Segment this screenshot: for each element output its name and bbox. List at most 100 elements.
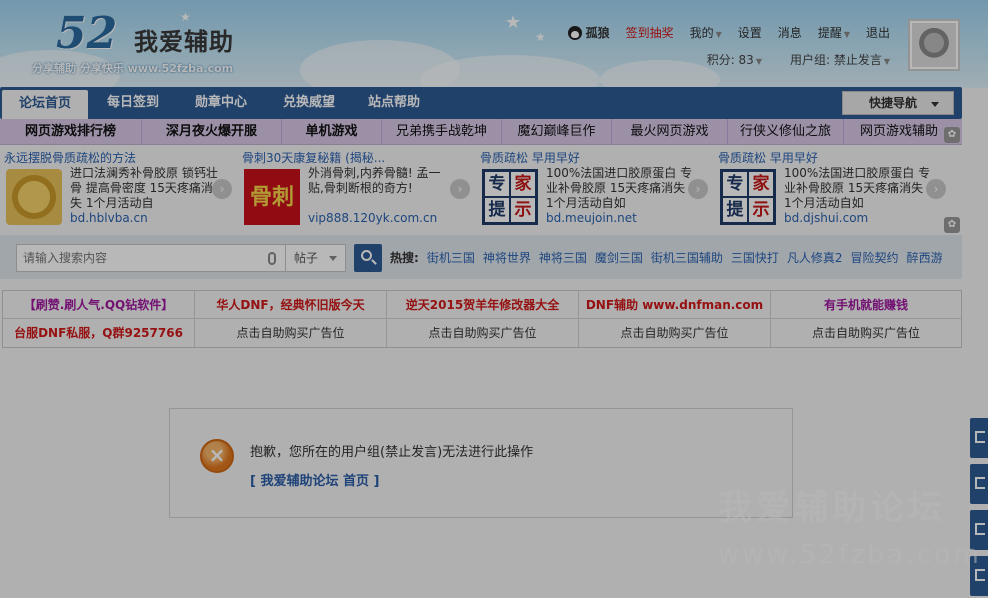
ad-image[interactable]: 专家 提示 [482,169,538,225]
text-ad[interactable]: 点击自助购买广告位 [579,319,771,347]
game-link[interactable]: 魔幻巅峰巨作 [502,119,612,144]
tab-medal-center[interactable]: 勋章中心 [178,87,264,119]
user-group-menu[interactable]: 用户组: 禁止发言 ▼ [790,51,890,68]
game-links-bar: 网页游戏排行榜 深月夜火爆开服 单机游戏 兄弟携手战乾坤 魔幻巅峰巨作 最火网页… [0,119,962,145]
logo-name: 我爱辅助 [134,28,234,56]
text-ad-grid: 【刷赞.刷人气.QQ钻软件】 华人DNF，经典怀旧版今天 逆天2015贺羊年修改… [2,290,962,348]
chevron-right-icon[interactable]: › [450,179,470,199]
quick-nav-button[interactable]: 快捷导航 [842,91,954,115]
ad-description: 100%法国进口胶原蛋白 专业补骨胶原 15天疼痛消失 1个月活动自如 [546,166,693,210]
microphone-icon[interactable] [268,252,276,265]
chevron-down-icon [329,256,337,261]
tab-exchange[interactable]: 兑换威望 [266,87,352,119]
hot-keyword[interactable]: 神将三国 [539,244,587,272]
side-tool-button[interactable] [970,464,988,504]
logo-slogan: 分享辅助 分享快乐 www.52fzba.com [32,62,234,75]
ad-card[interactable]: 永远摆脱骨质疏松的方法 进口法澜秀补骨胶原 锁钙壮骨 提高骨密度 15天疼痛消失… [0,145,238,231]
ad-image[interactable]: 专家 提示 [720,169,776,225]
game-link[interactable]: 单机游戏 [282,119,382,144]
ad-row: 永远摆脱骨质疏松的方法 进口法澜秀补骨胶原 锁钙壮骨 提高骨密度 15天疼痛消失… [0,127,962,233]
text-ad[interactable]: 华人DNF，经典怀旧版今天 [195,291,387,319]
chevron-right-icon[interactable]: › [212,179,232,199]
user-name: 孤狼 [585,26,610,40]
ad-card[interactable]: 骨质疏松 早用早好 专家 提示 100%法国进口胶原蛋白 专业补骨胶原 15天疼… [476,145,714,231]
text-ad[interactable]: DNF辅助 www.dnfman.com [579,291,771,319]
ad-description: 外消骨刺,内养骨髓! 孟一贴,骨刺断根的奇方! [308,166,441,195]
list-icon [975,523,985,535]
hot-search: 热搜: 街机三国 神将世界 神将三国 魔剑三国 街机三国辅助 三国快打 凡人修真… [390,244,943,272]
user-toolbar: 孤狼 签到抽奖 我的 ▼ 设置 消息 提醒 ▼ 退出 [567,24,890,41]
error-text: 抱歉，您所在的用户组(禁止发言)无法进行此操作 [250,445,534,460]
points-menu[interactable]: 积分: 83 ▼ [707,51,762,68]
chevron-down-icon [931,102,939,107]
text-ad[interactable]: 【刷赞.刷人气.QQ钻软件】 [3,291,195,319]
tab-site-help[interactable]: 站点帮助 [354,87,434,119]
hot-keyword[interactable]: 街机三国辅助 [651,244,723,272]
hot-keyword[interactable]: 魔剑三国 [595,244,643,272]
hot-keyword[interactable]: 凡人修真2 [787,244,843,272]
reminders-menu[interactable]: 提醒 ▼ [818,24,850,41]
hot-keyword[interactable]: 三国快打 [731,244,779,272]
ad-image[interactable]: 骨刺 [244,169,300,225]
star-decoration: ★ [505,12,522,33]
search-type-select[interactable]: 帖子 [286,244,346,272]
text-ad[interactable]: 点击自助购买广告位 [387,319,579,347]
forum-home-link[interactable]: [ 我爱辅助论坛 首页 ] [250,470,379,489]
messages-link[interactable]: 消息 [778,24,802,41]
chevron-right-icon[interactable]: › [926,179,946,199]
game-link[interactable]: 深月夜火爆开服 [142,119,282,144]
tab-daily-checkin[interactable]: 每日签到 [90,87,176,119]
ad-url[interactable]: bd.hblvba.cn [70,211,148,225]
checkin-link[interactable]: 签到抽奖 [626,24,674,41]
game-link[interactable]: 行侠义修仙之旅 [728,119,844,144]
game-link[interactable]: 网页游戏辅助 [844,119,954,144]
user-stats: 积分: 83 ▼ 用户组: 禁止发言 ▼ [707,51,890,68]
game-link[interactable]: 最火网页游戏 [612,119,728,144]
ad-card[interactable]: 骨质疏松 早用早好 专家 提示 100%法国进口胶原蛋白 专业补骨胶原 15天疼… [714,145,952,231]
site-logo[interactable]: 52 我爱辅助 分享辅助 分享快乐 www.52fzba.com [32,8,282,78]
text-ad[interactable]: 点击自助购买广告位 [771,319,961,347]
avatar[interactable] [908,19,960,71]
ad-url[interactable]: bd.meujoin.net [546,211,637,225]
text-ad[interactable]: 有手机就能赚钱 [771,291,961,319]
logout-link[interactable]: 退出 [866,24,890,41]
hot-keyword[interactable]: 街机三国 [427,244,475,272]
ad-title[interactable]: 骨刺30天康复秘籍 (揭秘... [242,149,385,166]
ad-url[interactable]: vip888.120yk.com.cn [308,211,437,225]
text-ad[interactable]: 逆天2015贺羊年修改器大全 [387,291,579,319]
watermark: 我爱辅助论坛 [718,488,946,528]
chevron-down-icon: ▼ [843,30,850,39]
chevron-right-icon[interactable]: › [688,179,708,199]
site-header: ★ ★ ★ 52 我爱辅助 分享辅助 分享快乐 www.52fzba.com 孤… [0,0,988,88]
hot-keyword[interactable]: 冒险契约 [851,244,899,272]
settings-link[interactable]: 设置 [738,24,762,41]
document-icon [975,431,985,443]
tab-forum-home[interactable]: 论坛首页 [2,90,88,119]
game-link[interactable]: 兄弟携手战乾坤 [382,119,502,144]
logo-number: 52 [56,8,118,59]
ad-card[interactable]: 骨刺30天康复秘籍 (揭秘... 骨刺 外消骨刺,内养骨髓! 孟一贴,骨刺断根的… [238,145,476,231]
search-button[interactable] [354,244,382,272]
qq-icon [567,25,582,40]
side-tool-button[interactable] [970,418,988,458]
share-icon [975,569,985,581]
hot-keyword[interactable]: 醉西游 [907,244,943,272]
error-message-box: × 抱歉，您所在的用户组(禁止发言)无法进行此操作 [ 我爱辅助论坛 首页 ] [169,408,793,518]
ad-image[interactable] [6,169,62,225]
text-ad[interactable]: 台服DNF私服，Q群9257766 [3,319,195,347]
ad-title[interactable]: 骨质疏松 早用早好 [480,149,580,166]
user-link[interactable]: 孤狼 [567,24,610,41]
text-ad[interactable]: 点击自助购买广告位 [195,319,387,347]
search-input[interactable] [16,244,286,272]
my-menu[interactable]: 我的 ▼ [690,24,722,41]
page: ★ ★ ★ 52 我爱辅助 分享辅助 分享快乐 www.52fzba.com 孤… [0,0,988,598]
game-link[interactable]: 网页游戏排行榜 [0,119,142,144]
watermark-url: www.52fzba.com [718,540,982,570]
hot-keyword[interactable]: 神将世界 [483,244,531,272]
paw-icon[interactable]: ✿ [944,127,960,143]
ad-title[interactable]: 骨质疏松 早用早好 [718,149,818,166]
ad-title[interactable]: 永远摆脱骨质疏松的方法 [4,149,136,166]
ad-url[interactable]: bd.djshui.com [784,211,868,225]
paw-icon[interactable]: ✿ [944,217,960,233]
chevron-down-icon: ▼ [755,57,762,66]
